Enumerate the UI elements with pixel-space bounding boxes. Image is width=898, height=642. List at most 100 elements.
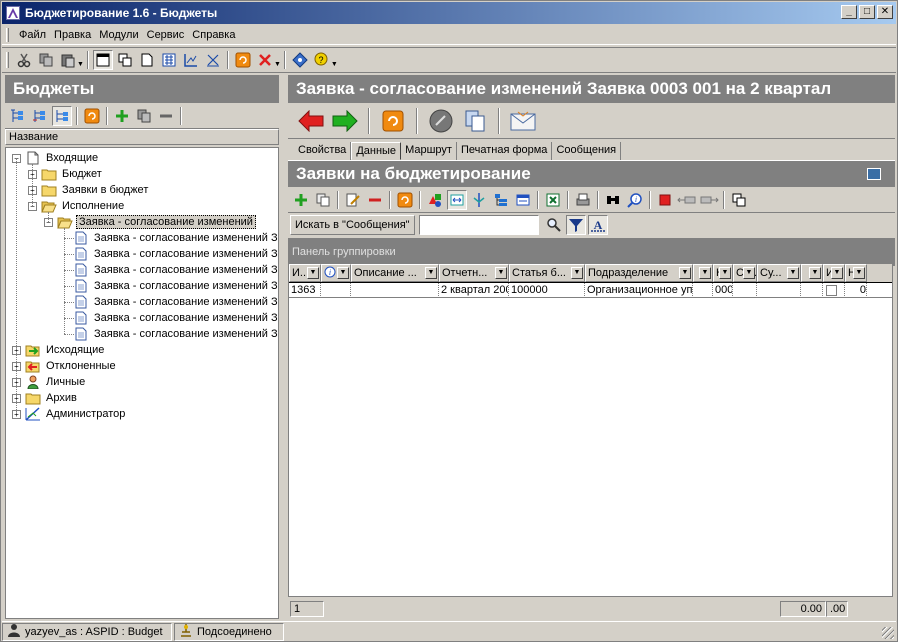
column-header[interactable]: i ▼ — [321, 264, 351, 282]
refresh-icon[interactable] — [378, 106, 408, 136]
tab-print-form[interactable]: Печатная форма — [457, 142, 553, 160]
pane-splitter[interactable] — [280, 75, 286, 619]
column-filter-icon[interactable]: ▼ — [809, 267, 821, 279]
calculator-icon[interactable] — [159, 50, 179, 70]
window-cascade-icon[interactable] — [115, 50, 135, 70]
column-header[interactable]: Статья б... ▼ — [509, 264, 585, 282]
column-header[interactable]: Н ▼ — [845, 264, 867, 282]
help-dropdown-icon[interactable]: ▼ — [331, 61, 338, 68]
maximize-panel-icon[interactable] — [867, 168, 881, 180]
mail-icon[interactable] — [508, 106, 538, 136]
search-input[interactable] — [418, 215, 539, 235]
menu-file[interactable]: Файл — [15, 29, 50, 41]
table-row[interactable]: 1363 2 квартал 2006100000Организационное … — [289, 282, 892, 298]
column-filter-icon[interactable]: ▼ — [337, 267, 349, 279]
tree-node[interactable]: Заявка - согласование изменений Заявка 0… — [60, 230, 278, 246]
tree-node[interactable]: − Исполнение — [28, 198, 126, 214]
column-filter-icon[interactable]: ▼ — [307, 267, 319, 279]
filter-icon[interactable] — [565, 215, 586, 235]
column-filter-icon[interactable]: ▼ — [495, 267, 507, 279]
remove-icon[interactable] — [156, 106, 176, 126]
column-header[interactable]: Су... ▼ — [757, 264, 801, 282]
window-single-icon[interactable] — [92, 50, 113, 70]
column-filter-icon[interactable]: ▼ — [571, 267, 583, 279]
column-header[interactable]: К...▼ — [713, 264, 733, 282]
refresh-icon[interactable] — [395, 190, 415, 210]
column-header[interactable]: ▼ — [801, 264, 823, 282]
refresh-icon[interactable] — [233, 50, 253, 70]
form-view-icon[interactable] — [513, 190, 533, 210]
forward-arrow-icon[interactable] — [330, 106, 360, 136]
column-header[interactable]: Подразделение ▼ — [585, 264, 693, 282]
tree-node[interactable]: + Отклоненные — [12, 358, 118, 374]
delete-dropdown-icon[interactable]: ▼ — [274, 61, 281, 68]
text-filter-icon[interactable]: A — [587, 215, 608, 235]
row-checkbox[interactable] — [826, 285, 837, 296]
remove-icon[interactable] — [365, 190, 385, 210]
copy-icon[interactable] — [313, 190, 333, 210]
requests-grid[interactable]: И... ▼ i ▼ Описание ... ▼ Отчетн... ▼ Статья б..… — [288, 263, 893, 597]
delete-icon[interactable] — [255, 50, 275, 70]
column-filter-icon[interactable]: ▼ — [699, 267, 711, 279]
copy-icon[interactable] — [36, 50, 56, 70]
tree-node[interactable]: + Исходящие — [12, 342, 106, 358]
tab-properties[interactable]: Свойства — [294, 142, 352, 160]
menu-modules[interactable]: Модули — [95, 29, 142, 41]
tree-node[interactable]: + Заявки в бюджет — [28, 182, 150, 198]
help-icon[interactable]: ? — [312, 50, 332, 70]
tab-messages[interactable]: Сообщения — [552, 142, 622, 160]
find-icon[interactable] — [603, 190, 623, 210]
title-bar[interactable]: Бюджетирование 1.6 - Бюджеты _ □ ✕ — [2, 2, 896, 24]
column-header[interactable]: Описание ... ▼ — [351, 264, 439, 282]
print-icon[interactable] — [573, 190, 593, 210]
column-filter-icon[interactable]: ▼ — [719, 267, 731, 279]
column-header[interactable]: Отчетн... ▼ — [439, 264, 509, 282]
report-icon[interactable] — [203, 50, 223, 70]
menu-help[interactable]: Справка — [188, 29, 239, 41]
copy-icon[interactable] — [134, 106, 154, 126]
budgets-tree[interactable]: − Входящие + Бюджет + Заявки в бюджет − Исполне… — [5, 147, 279, 619]
paste-icon[interactable] — [58, 50, 78, 70]
close-button[interactable]: ✕ — [877, 5, 893, 19]
add-icon[interactable] — [291, 190, 311, 210]
column-filter-icon[interactable]: ▼ — [853, 267, 865, 279]
column-header[interactable]: И... ▼ — [289, 264, 321, 282]
tree-expand-icon[interactable] — [8, 106, 28, 126]
shapes-icon[interactable] — [425, 190, 445, 210]
search-icon[interactable] — [544, 215, 564, 235]
tree-columns-icon[interactable] — [491, 190, 511, 210]
document-new-icon[interactable] — [137, 50, 157, 70]
tree-node[interactable]: Заявка - согласование изменений Заявка 0… — [60, 294, 278, 310]
group-panel[interactable]: Панель группировки — [288, 238, 895, 266]
column-header[interactable]: ▼ — [693, 264, 713, 282]
back-arrow-icon[interactable] — [296, 106, 326, 136]
check-icon[interactable] — [426, 106, 456, 136]
menu-edit[interactable]: Правка — [50, 29, 95, 41]
column-header[interactable]: Ст...▼ — [733, 264, 757, 282]
cut-icon[interactable] — [14, 50, 34, 70]
column-header[interactable]: И.▼ — [823, 264, 845, 282]
tree-node[interactable]: + Архив — [12, 390, 79, 406]
tree-column-header[interactable]: Название — [5, 129, 279, 145]
move-right-icon[interactable] — [699, 190, 719, 210]
tree-node[interactable]: Заявка - согласование изменений Заявка 0… — [60, 326, 278, 342]
maximize-button[interactable]: □ — [859, 5, 875, 19]
column-filter-icon[interactable]: ▼ — [787, 267, 799, 279]
column-filter-icon[interactable]: ▼ — [425, 267, 437, 279]
tree-collapse-icon[interactable] — [30, 106, 50, 126]
edit-icon[interactable] — [343, 190, 363, 210]
tree-node[interactable]: Заявка - согласование изменений Заявка 0… — [60, 246, 278, 262]
info-search-icon[interactable]: i — [625, 190, 645, 210]
move-left-icon[interactable] — [677, 190, 697, 210]
tree-node[interactable]: + Администратор — [12, 406, 127, 422]
split-columns-icon[interactable] — [469, 190, 489, 210]
tree-node[interactable]: Заявка - согласование изменений Заявка 0… — [60, 310, 278, 326]
column-filter-icon[interactable]: ▼ — [831, 267, 843, 279]
search-scope-label[interactable]: Искать в "Сообщения" — [290, 215, 415, 235]
minimize-button[interactable]: _ — [841, 5, 857, 19]
tree-node[interactable]: + Личные — [12, 374, 87, 390]
window-cascade-icon[interactable] — [729, 190, 749, 210]
tab-data[interactable]: Данные — [351, 142, 402, 160]
tree-node[interactable]: Заявка - согласование изменений Заявка 0… — [60, 278, 278, 294]
resize-grip-icon[interactable] — [882, 627, 894, 639]
